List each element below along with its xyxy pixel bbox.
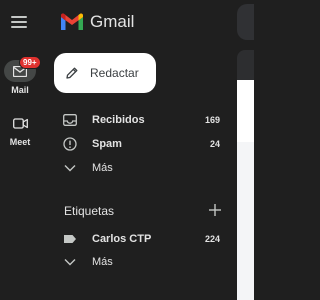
rail-mail-label: Mail <box>11 85 29 95</box>
menu-line <box>11 21 27 23</box>
inbox-icon-wrap <box>62 114 78 126</box>
spam-icon-wrap <box>62 137 78 151</box>
labels-more-label: Más <box>92 256 113 268</box>
spam-count: 24 <box>209 139 220 149</box>
video-camera-icon <box>12 117 28 129</box>
email-list-edge <box>237 80 254 142</box>
plus-icon[interactable] <box>208 203 222 217</box>
app-name: Gmail <box>90 12 135 31</box>
nav-item-inbox[interactable]: Recibidos 169 <box>62 110 230 130</box>
label-name: Carlos CTP <box>92 233 152 245</box>
nav-label-inbox: Recibidos <box>92 114 145 126</box>
more-icon-wrap <box>62 164 78 172</box>
nav-item-more[interactable]: Más <box>62 158 230 178</box>
rail-item-meet[interactable]: Meet <box>0 112 40 147</box>
compose-label: Redactar <box>90 66 139 80</box>
chevron-down-icon <box>64 259 76 266</box>
meet-pill <box>4 112 36 134</box>
nav-label-spam: Spam <box>92 138 122 150</box>
app-rail: 99+ Mail Meet <box>0 0 41 300</box>
label-item-carlos-ctp[interactable]: Carlos CTP 224 <box>62 229 230 249</box>
rail-item-mail[interactable]: 99+ Mail <box>0 56 41 95</box>
main-menu-button[interactable] <box>11 16 27 28</box>
search-bar-edge[interactable] <box>237 4 254 40</box>
inbox-count: 169 <box>204 115 220 125</box>
main-content-edge <box>237 0 254 300</box>
compose-button[interactable]: Redactar <box>54 53 156 93</box>
label-icon-wrap <box>62 234 78 244</box>
chevron-down-icon <box>64 165 76 172</box>
nav-item-spam[interactable]: Spam 24 <box>62 134 230 154</box>
inbox-icon <box>63 114 77 126</box>
gmail-logo[interactable]: Gmail <box>60 12 134 32</box>
labels-title: Etiquetas <box>64 204 115 218</box>
label-count: 224 <box>204 234 220 244</box>
toolbar-edge <box>237 50 254 80</box>
label-tag-icon <box>64 235 76 243</box>
unread-badge: 99+ <box>19 56 41 69</box>
nav-label-more: Más <box>92 162 113 174</box>
rail-meet-label: Meet <box>9 137 31 147</box>
menu-line <box>11 26 27 28</box>
email-list-area <box>237 142 254 300</box>
mail-pill: 99+ <box>4 56 41 82</box>
pencil-icon <box>66 67 78 79</box>
gmail-m-icon <box>61 13 83 30</box>
labels-more[interactable]: Más <box>62 252 230 272</box>
labels-section-header: Etiquetas <box>64 202 228 220</box>
menu-line <box>11 16 27 18</box>
spam-warning-icon <box>63 137 77 151</box>
labels-more-icon-wrap <box>62 258 78 266</box>
